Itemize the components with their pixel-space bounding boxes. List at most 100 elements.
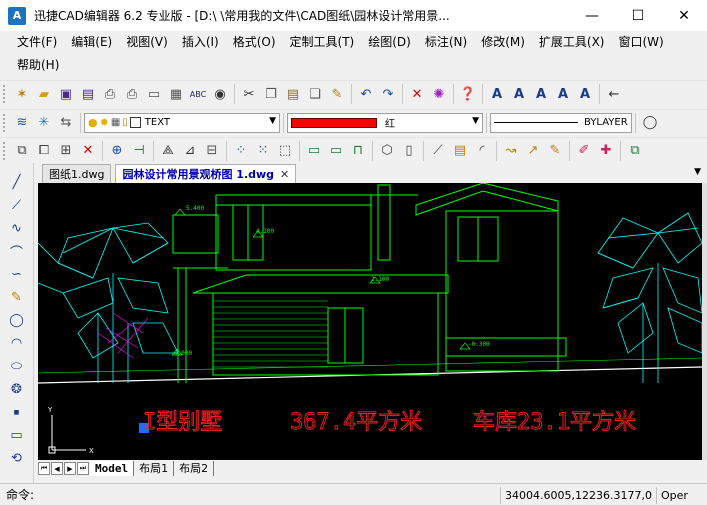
rectangle-icon[interactable]: ▭	[6, 424, 28, 446]
maximize-button[interactable]: ☐	[615, 0, 661, 31]
freehand-icon[interactable]: ✎	[6, 286, 28, 308]
curve-icon[interactable]: ∽	[6, 263, 28, 285]
tab-document-2[interactable]: 园林设计常用景观桥图 1.dwg ✕	[115, 164, 297, 183]
circle-outline-icon[interactable]: ◯	[639, 112, 661, 134]
hatch-icon[interactable]: ▤	[449, 140, 471, 162]
move-icon[interactable]: ⧉	[11, 140, 33, 162]
menu-file[interactable]: 文件(F)	[10, 31, 64, 53]
regen-icon[interactable]: ⟲	[6, 447, 28, 469]
prev-layout-icon[interactable]: ◀	[51, 462, 63, 475]
publish-icon[interactable]: ▦	[165, 83, 187, 105]
extend-icon[interactable]: ⬡	[376, 140, 398, 162]
menu-view[interactable]: 视图(V)	[119, 31, 175, 53]
copy-icon[interactable]: ❐	[260, 83, 282, 105]
toolbar-grip[interactable]	[3, 113, 7, 132]
tab-list-chevron-icon[interactable]: ▼	[694, 167, 701, 177]
layer-state-icon[interactable]: ✳	[33, 112, 55, 134]
revcloud-icon[interactable]: ❂	[6, 378, 28, 400]
layer-dropdown[interactable]: ● ✹ ▦ ▯ TEXT ▼	[84, 112, 280, 133]
scale-icon[interactable]: ⊟	[201, 140, 223, 162]
undo-icon[interactable]: ↶	[355, 83, 377, 105]
menu-window[interactable]: 窗口(W)	[612, 31, 671, 53]
layer-previous-icon[interactable]: ⇆	[55, 112, 77, 134]
tab-model[interactable]: Model	[90, 461, 135, 476]
open-icon[interactable]: ▰	[33, 83, 55, 105]
save-icon[interactable]: ▣	[55, 83, 77, 105]
mirror-icon[interactable]: ⟁	[157, 140, 179, 162]
box-icon[interactable]: ▭	[325, 140, 347, 162]
menu-format[interactable]: 格式(O)	[226, 31, 283, 53]
spline-icon[interactable]: ∿	[6, 217, 28, 239]
fillet-icon[interactable]: ▯	[398, 140, 420, 162]
menu-dimension[interactable]: 标注(N)	[418, 31, 474, 53]
text-format-icon[interactable]: A	[552, 83, 574, 105]
save-as-icon[interactable]: ▤	[77, 83, 99, 105]
layout-icon[interactable]: ⧉	[624, 140, 646, 162]
erase-icon[interactable]: ✕	[77, 140, 99, 162]
insert-block-icon[interactable]: ⊕	[106, 140, 128, 162]
leader-icon[interactable]: ↗	[522, 140, 544, 162]
tab-layout1[interactable]: 布局1	[134, 461, 175, 476]
plot-icon[interactable]: ⎙	[121, 83, 143, 105]
drawing-canvas[interactable]: 5.400 4.200 2.100 0.000 -0.300 Y X I型别墅 …	[38, 183, 702, 460]
minimize-button[interactable]: —	[569, 0, 615, 31]
layer-manager-icon[interactable]: ≋	[11, 112, 33, 134]
point-icon[interactable]: ■	[6, 401, 28, 423]
copy-objects-icon[interactable]: ⧠	[33, 140, 55, 162]
delete-icon[interactable]: ✕	[406, 83, 428, 105]
redo-icon[interactable]: ↷	[377, 83, 399, 105]
find-icon[interactable]: ◉	[209, 83, 231, 105]
menu-modify[interactable]: 修改(M)	[474, 31, 532, 53]
next-layout-icon[interactable]: ▶	[64, 462, 76, 475]
zoom-realtime-icon[interactable]: ✺	[428, 83, 450, 105]
dimension-icon[interactable]: ↝	[500, 140, 522, 162]
menu-help[interactable]: 帮助(H)	[10, 54, 66, 76]
paste-icon[interactable]: ▤	[282, 83, 304, 105]
linetype-dropdown[interactable]: BYLAYER	[490, 112, 632, 133]
pencil-icon[interactable]: ✎	[544, 140, 566, 162]
color-dropdown[interactable]: 红 ▼	[287, 112, 483, 133]
cut-icon[interactable]: ✂	[238, 83, 260, 105]
new-icon[interactable]: ✶	[11, 83, 33, 105]
text-edit-icon[interactable]: A	[530, 83, 552, 105]
match-properties-icon[interactable]: ✎	[326, 83, 348, 105]
first-layout-icon[interactable]: ⏮	[38, 462, 50, 475]
preview-icon[interactable]: ▭	[143, 83, 165, 105]
mode-toggle[interactable]: Oper	[656, 487, 707, 504]
close-button[interactable]: ✕	[661, 0, 707, 31]
arc-tool-icon[interactable]: ⌒	[6, 240, 28, 262]
print-icon[interactable]: ⎙	[99, 83, 121, 105]
array-icon[interactable]: ⊞	[55, 140, 77, 162]
color-icon[interactable]: ✚	[595, 140, 617, 162]
eraser-icon[interactable]: ✐	[573, 140, 595, 162]
last-layout-icon[interactable]: ⏭	[77, 462, 89, 475]
explode-icon[interactable]: ⊣	[128, 140, 150, 162]
text-icon[interactable]: A	[508, 83, 530, 105]
menu-insert[interactable]: 插入(I)	[175, 31, 226, 53]
tab-layout2[interactable]: 布局2	[174, 461, 215, 476]
help-icon[interactable]: ❓	[457, 83, 479, 105]
stretch-icon[interactable]: ⁘	[230, 140, 252, 162]
toolbar-grip[interactable]	[3, 141, 7, 160]
ellipse-icon[interactable]: ⬭	[6, 355, 28, 377]
text-style-icon[interactable]: A	[486, 83, 508, 105]
polyline-icon[interactable]: ⟋	[6, 194, 28, 216]
circle-icon[interactable]: ◯	[6, 309, 28, 331]
back-icon[interactable]: ←	[603, 83, 625, 105]
vertical-scrollbar[interactable]	[702, 183, 707, 460]
menu-custom-tools[interactable]: 定制工具(T)	[283, 31, 362, 53]
trim-icon[interactable]: ⊓	[347, 140, 369, 162]
spellcheck-icon[interactable]: ABC	[187, 83, 209, 105]
block-icon[interactable]: ⬚	[274, 140, 296, 162]
rotate-icon[interactable]: ⊿	[179, 140, 201, 162]
break-icon[interactable]: ⟋	[427, 140, 449, 162]
menu-extend-tools[interactable]: 扩展工具(X)	[532, 31, 612, 53]
line-icon[interactable]: ╱	[6, 171, 28, 193]
copy-clip-icon[interactable]: ❏	[304, 83, 326, 105]
arc-icon[interactable]: ◜	[471, 140, 493, 162]
menu-draw[interactable]: 绘图(D)	[361, 31, 418, 53]
rect-icon[interactable]: ▭	[303, 140, 325, 162]
tab-document-1[interactable]: 图纸1.dwg	[42, 164, 112, 183]
ellipse-arc-icon[interactable]: ◠	[6, 332, 28, 354]
group-icon[interactable]: ⁙	[252, 140, 274, 162]
